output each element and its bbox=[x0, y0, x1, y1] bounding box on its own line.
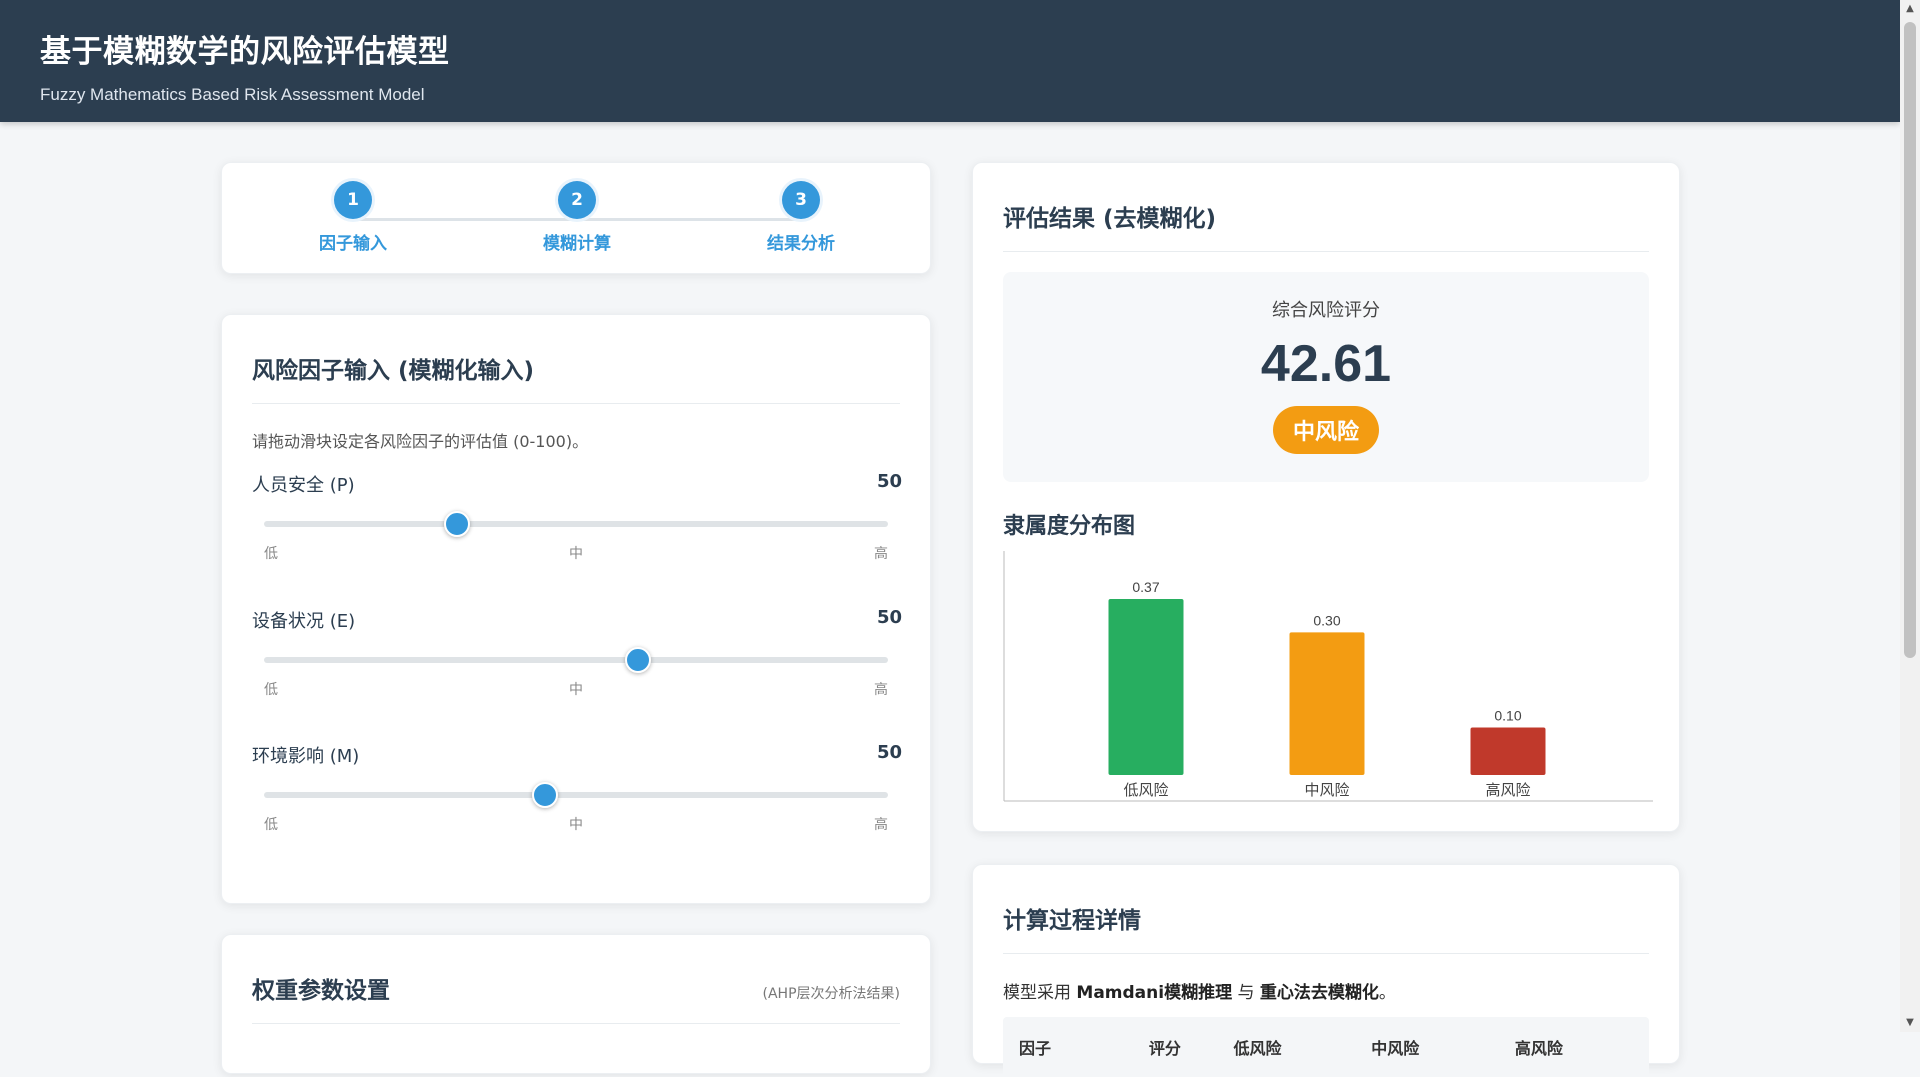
divider bbox=[1003, 251, 1649, 252]
th-factor: 因子 bbox=[1019, 1039, 1052, 1058]
slider-ticks: 低 中 高 bbox=[264, 679, 888, 699]
step-label: 因子输入 bbox=[319, 234, 387, 254]
bar-value-label: 0.10 bbox=[1494, 707, 1521, 723]
factor-value: 50 bbox=[876, 607, 902, 628]
factor-equipment: 设备状况 (E) 50 低 中 高 bbox=[252, 607, 902, 698]
tick-low: 低 bbox=[264, 682, 278, 698]
process-detail-card: 计算过程详情 模型采用 Mamdani模糊推理 与 重心法去模糊化。 因子 评分… bbox=[972, 864, 1680, 1077]
scroll-down-arrow-icon[interactable]: ▼ bbox=[1900, 1014, 1920, 1032]
step-number: 2 bbox=[558, 181, 596, 219]
th-high: 高风险 bbox=[1514, 1039, 1563, 1058]
page-title: 基于模糊数学的风险评估模型 bbox=[40, 34, 450, 70]
factor-label: 环境影响 (M) bbox=[252, 746, 360, 767]
section-title: 计算过程详情 bbox=[1003, 908, 1141, 934]
step-factor-input[interactable]: 1 因子输入 bbox=[293, 181, 413, 254]
weight-settings-card: 权重参数设置 (AHP层次分析法结果) bbox=[221, 934, 931, 1074]
result-card: 评估结果 (去模糊化) 综合风险评分 42.61 中风险 隶属度分布图 0.37… bbox=[972, 162, 1680, 832]
desc-method: Mamdani模糊推理 bbox=[1076, 983, 1233, 1003]
desc-mid: 与 bbox=[1232, 983, 1260, 1003]
desc-defuzz: 重心法去模糊化 bbox=[1259, 983, 1379, 1003]
weights-note: (AHP层次分析法结果) bbox=[762, 986, 900, 1002]
bar bbox=[1470, 727, 1546, 775]
scroll-up-arrow-icon[interactable]: ▲ bbox=[1900, 0, 1920, 18]
category-label: 中风险 bbox=[1304, 781, 1349, 799]
th-low: 低风险 bbox=[1233, 1039, 1282, 1058]
stepper-card: 1 因子输入 2 模糊计算 3 结果分析 bbox=[221, 162, 931, 274]
tick-mid: 中 bbox=[569, 817, 583, 833]
slider-thumb[interactable] bbox=[531, 782, 558, 808]
tick-low: 低 bbox=[264, 817, 278, 833]
section-title: 风险因子输入 (模糊化输入) bbox=[252, 358, 535, 384]
slider-thumb[interactable] bbox=[444, 511, 471, 537]
desc-prefix: 模型采用 bbox=[1003, 983, 1077, 1003]
tick-low: 低 bbox=[264, 546, 278, 562]
category-label: 低风险 bbox=[1123, 781, 1168, 799]
chart-title: 隶属度分布图 bbox=[1003, 514, 1136, 539]
slider-track[interactable] bbox=[264, 657, 888, 663]
page-scrollbar[interactable]: ▲ ▼ bbox=[1900, 0, 1920, 1032]
scrollbar-thumb[interactable] bbox=[1904, 22, 1916, 658]
step-number: 1 bbox=[334, 181, 372, 219]
membership-chart-svg: 0.37 低风险 0.30 中风险 0.10 高风险 bbox=[1003, 551, 1653, 802]
factor-label: 设备状况 (E) bbox=[252, 611, 356, 632]
membership-chart: 0.37 低风险 0.30 中风险 0.10 高风险 bbox=[1003, 551, 1653, 807]
factor-label: 人员安全 (P) bbox=[252, 475, 355, 496]
slider-track[interactable] bbox=[264, 521, 888, 527]
factor-intro: 请拖动滑块设定各风险因子的评估值 (0-100)。 bbox=[252, 432, 589, 451]
step-label: 结果分析 bbox=[767, 234, 835, 254]
step-label: 模糊计算 bbox=[543, 234, 611, 254]
bar bbox=[1289, 632, 1365, 775]
bar bbox=[1108, 599, 1184, 775]
th-score: 评分 bbox=[1148, 1039, 1181, 1058]
equipment-slider[interactable] bbox=[264, 647, 888, 673]
desc-suffix: 。 bbox=[1378, 983, 1396, 1003]
category-label: 高风险 bbox=[1485, 781, 1530, 799]
factor-input-card: 风险因子输入 (模糊化输入) 请拖动滑块设定各风险因子的评估值 (0-100)。… bbox=[221, 314, 931, 904]
slider-ticks: 低 中 高 bbox=[264, 814, 888, 834]
divider bbox=[252, 403, 900, 404]
environment-slider[interactable] bbox=[264, 782, 888, 808]
tick-mid: 中 bbox=[569, 546, 583, 562]
section-title: 权重参数设置 bbox=[252, 978, 390, 1004]
divider bbox=[252, 1023, 900, 1024]
tick-high: 高 bbox=[874, 817, 888, 833]
bar-value-label: 0.30 bbox=[1313, 612, 1340, 628]
step-fuzzy-calc[interactable]: 2 模糊计算 bbox=[517, 181, 637, 254]
step-number: 3 bbox=[782, 181, 820, 219]
score-box: 综合风险评分 42.61 中风险 bbox=[1003, 272, 1649, 482]
th-mid: 中风险 bbox=[1371, 1039, 1420, 1058]
slider-track[interactable] bbox=[264, 792, 888, 798]
process-table-header: 因子 评分 低风险 中风险 高风险 bbox=[1003, 1017, 1649, 1077]
process-description: 模型采用 Mamdani模糊推理 与 重心法去模糊化。 bbox=[1003, 978, 1649, 1003]
factor-personnel: 人员安全 (P) 50 低 中 高 bbox=[252, 471, 902, 562]
bar-value-label: 0.37 bbox=[1132, 579, 1159, 595]
app-header: 基于模糊数学的风险评估模型 Fuzzy Mathematics Based Ri… bbox=[0, 0, 1900, 122]
risk-level-badge: 中风险 bbox=[1272, 406, 1379, 454]
factor-environment: 环境影响 (M) 50 低 中 高 bbox=[252, 742, 902, 833]
score-label: 综合风险评分 bbox=[1272, 300, 1380, 321]
tick-mid: 中 bbox=[569, 682, 583, 698]
divider bbox=[1003, 953, 1649, 954]
page-subtitle: Fuzzy Mathematics Based Risk Assessment … bbox=[40, 85, 425, 104]
personnel-slider[interactable] bbox=[264, 511, 888, 537]
factor-value: 50 bbox=[876, 742, 902, 763]
section-title: 评估结果 (去模糊化) bbox=[1003, 206, 1217, 232]
factor-value: 50 bbox=[876, 471, 902, 492]
tick-high: 高 bbox=[874, 546, 888, 562]
step-result-analysis[interactable]: 3 结果分析 bbox=[741, 181, 861, 254]
slider-ticks: 低 中 高 bbox=[264, 543, 888, 563]
slider-thumb[interactable] bbox=[625, 647, 652, 673]
score-value: 42.61 bbox=[1260, 335, 1392, 393]
tick-high: 高 bbox=[874, 682, 888, 698]
